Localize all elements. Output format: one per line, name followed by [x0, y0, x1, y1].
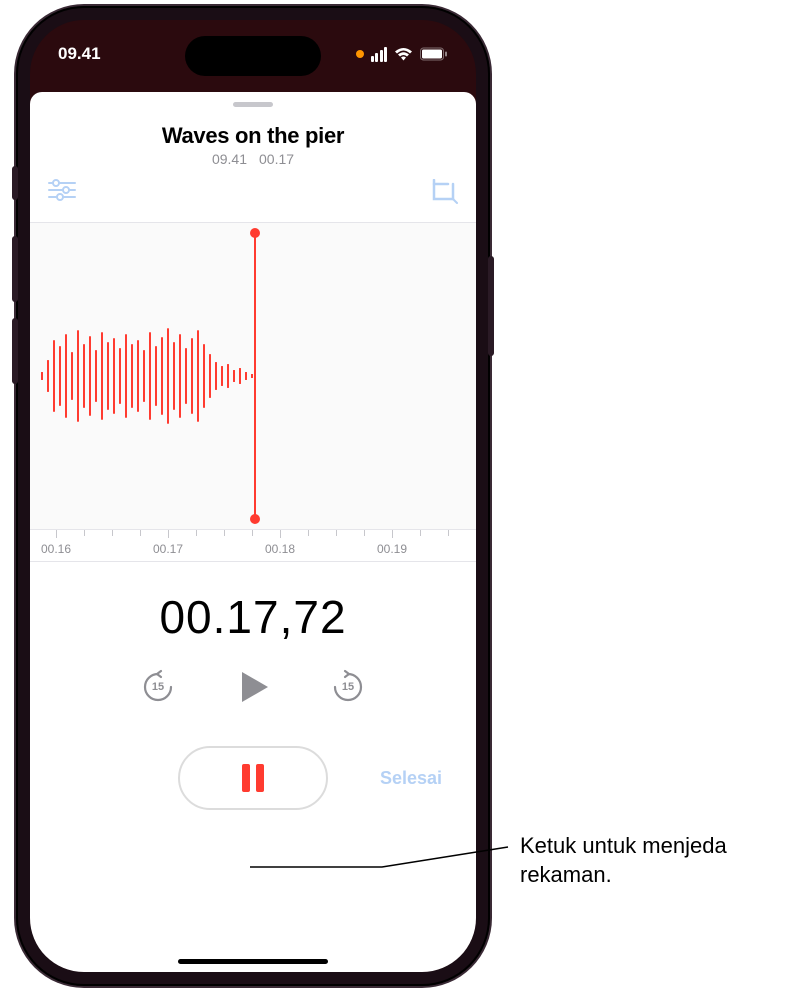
- callout-text: Ketuk untuk menjeda rekaman.: [520, 832, 727, 889]
- callout-line: [250, 823, 510, 883]
- pause-icon: [242, 764, 264, 792]
- options-icon[interactable]: [48, 179, 76, 210]
- volume-down-button: [12, 318, 18, 384]
- skip-forward-label: 15: [330, 669, 366, 705]
- skip-forward-button[interactable]: 15: [330, 669, 366, 705]
- skip-back-button[interactable]: 15: [140, 669, 176, 705]
- transport-controls: 15 15: [30, 666, 476, 708]
- pause-button[interactable]: [178, 746, 328, 810]
- recording-title[interactable]: Waves on the pier: [30, 123, 476, 149]
- ruler-label: 00.16: [41, 542, 71, 556]
- callout-line1: Ketuk untuk menjeda: [520, 833, 727, 858]
- cellular-icon: [371, 47, 388, 62]
- done-button[interactable]: Selesai: [372, 768, 442, 789]
- home-indicator[interactable]: [178, 959, 328, 964]
- recording-duration: 00.17: [259, 151, 294, 167]
- play-button[interactable]: [232, 666, 274, 708]
- power-button: [488, 256, 494, 356]
- trim-icon[interactable]: [430, 179, 458, 210]
- side-button: [12, 166, 18, 200]
- waveform[interactable]: [30, 222, 476, 530]
- battery-icon: [420, 47, 448, 61]
- time-ruler[interactable]: 00.16 00.17 00.18 00.19: [30, 530, 476, 562]
- dynamic-island: [185, 36, 321, 76]
- playhead[interactable]: [254, 233, 256, 519]
- skip-back-label: 15: [140, 669, 176, 705]
- sheet-grabber[interactable]: [233, 102, 273, 107]
- wifi-icon: [394, 47, 413, 61]
- recording-time-created: 09.41: [212, 151, 247, 167]
- current-time: 00.17,72: [30, 590, 476, 644]
- recording-indicator-icon: [356, 50, 364, 58]
- volume-up-button: [12, 236, 18, 302]
- ruler-label: 00.19: [377, 542, 407, 556]
- ruler-label: 00.18: [265, 542, 295, 556]
- recording-meta: 09.41 00.17: [30, 151, 476, 167]
- status-time: 09.41: [58, 44, 101, 64]
- callout-line2: rekaman.: [520, 862, 612, 887]
- ruler-label: 00.17: [153, 542, 183, 556]
